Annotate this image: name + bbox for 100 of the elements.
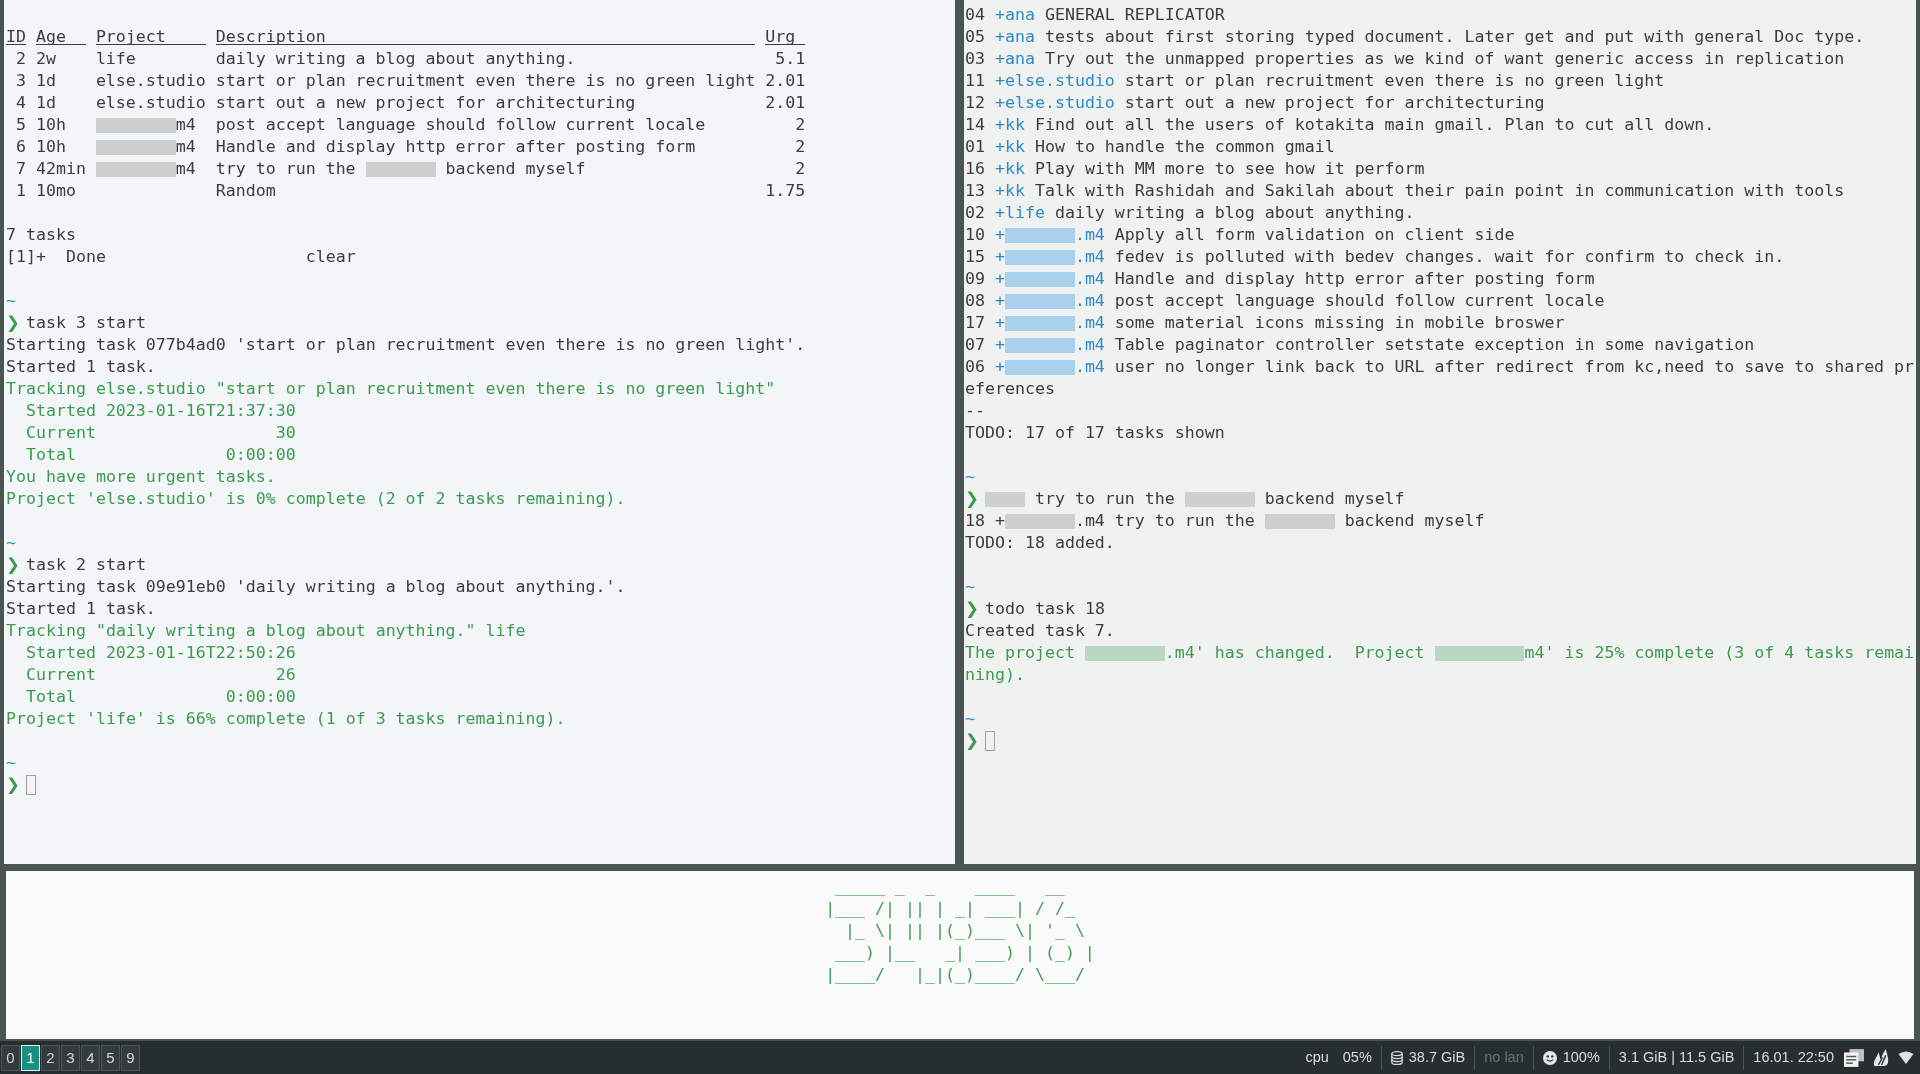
- task-description: start out a new project for architecturing: [1124, 93, 1545, 112]
- task-number: 16: [965, 159, 985, 178]
- project-tag: +kk: [994, 159, 1025, 178]
- workspace-button[interactable]: 4: [81, 1044, 100, 1071]
- command-text: todo task 18: [985, 599, 1105, 618]
- summary-value: 0:00:00: [225, 686, 296, 708]
- summary-value: 2023-01-16T21:37:30: [105, 400, 296, 422]
- wifi-icon: [1898, 1051, 1914, 1064]
- task-description: Talk with Rashidah and Sakilah about their pain point in communication with tools: [1034, 181, 1845, 200]
- project-tag: +: [994, 291, 1005, 310]
- workspace-button[interactable]: 5: [101, 1044, 120, 1071]
- task-number: 06: [965, 357, 985, 376]
- project-tag: .m4: [1074, 225, 1105, 244]
- workspace-button[interactable]: 2: [41, 1044, 60, 1071]
- task-number: 01: [965, 137, 985, 156]
- table-cell: 2: [795, 159, 806, 178]
- project-tag: +kk: [994, 137, 1025, 156]
- status-value: 38.7 GiB: [1408, 1047, 1466, 1067]
- table-cell: start or plan recruitment even there is no green light: [215, 71, 756, 90]
- project-tag: .m4: [1074, 357, 1105, 376]
- workspace-button[interactable]: 1: [21, 1044, 40, 1071]
- output-text: TODO: 18 added.: [965, 533, 1115, 552]
- output-text: Tracking "daily writing a blog about anything." life: [6, 621, 526, 640]
- summary-label: Started: [25, 400, 96, 422]
- summary-value: 0:00:00: [225, 444, 296, 466]
- project-tag: .m4: [1074, 313, 1105, 332]
- working-directory: ~: [965, 577, 975, 596]
- table-cell: life: [95, 49, 136, 68]
- task-description: Apply all form validation on client side: [1114, 225, 1515, 244]
- summary-label: Current: [25, 422, 96, 444]
- table-cell: 1.75: [765, 181, 806, 200]
- summary-value: 2023-01-16T22:50:26: [105, 642, 296, 664]
- output-text: Started 1 task.: [6, 357, 156, 376]
- task-description: Find out all the users of kotakita main gmail. Plan to cut all down.: [1034, 115, 1715, 134]
- table-cell: 6: [15, 137, 26, 156]
- task-description: Try out the unmapped properties as we kind of want generic access in replication: [1044, 49, 1845, 68]
- task-number: 03: [965, 49, 985, 68]
- output-text: Project 'life' is 66% complete (1 of 3 tasks remaining).: [6, 709, 566, 728]
- project-tag: +: [994, 247, 1005, 266]
- output-text: The project: [965, 643, 1075, 662]
- task-description: start or plan recruitment even there is no green light: [1124, 71, 1665, 90]
- workspace-button[interactable]: 0: [1, 1044, 20, 1071]
- task-description: Handle and display http error after posting form: [1114, 269, 1595, 288]
- output-text: eferences: [965, 379, 1055, 398]
- output-text: Starting task 09e91eb0 'daily writing a blog about anything.'.: [6, 577, 626, 596]
- table-cell: m4: [175, 159, 196, 178]
- document-icon: [1844, 1048, 1864, 1067]
- project-tag: .m4: [1074, 269, 1105, 288]
- column-header: Age: [35, 26, 86, 45]
- prompt-symbol: ❯: [6, 774, 16, 796]
- workspace-button[interactable]: 9: [121, 1044, 140, 1071]
- column-header: Urg: [765, 26, 806, 45]
- status-value: 16.01. 22:50: [1753, 1047, 1834, 1067]
- table-cell: start out a new project for architecturing: [215, 93, 636, 112]
- table-cell: Random: [215, 181, 276, 200]
- task-number: 14: [965, 115, 985, 134]
- project-tag: .m4: [1074, 291, 1105, 310]
- database-icon: [1390, 1050, 1403, 1065]
- summary-label: Current: [25, 664, 96, 686]
- status-label: cpu: [1305, 1047, 1329, 1067]
- project-tag: +ana: [994, 5, 1035, 24]
- redacted-text: [1004, 338, 1075, 353]
- project-tag: +: [994, 313, 1005, 332]
- task-number: 13: [965, 181, 985, 200]
- task-description: fedev is polluted with bedev changes. wait for confirm to check in.: [1114, 247, 1785, 266]
- table-cell: Handle and display http error after posting form: [215, 137, 696, 156]
- output-text: .m4 try to run the: [1074, 511, 1255, 530]
- output-text: Created task 7.: [965, 621, 1115, 640]
- table-cell: else.studio: [95, 71, 206, 90]
- status-value: 100%: [1562, 1047, 1600, 1067]
- task-number: 17: [965, 313, 985, 332]
- redacted-text: [1004, 514, 1075, 529]
- status-value: no lan: [1484, 1047, 1524, 1067]
- task-number: 15: [965, 247, 985, 266]
- output-text: You have more urgent tasks.: [6, 467, 276, 486]
- project-tag: .m4: [1074, 335, 1105, 354]
- table-cell: 1d: [35, 71, 56, 90]
- command-text: backend myself: [1264, 489, 1405, 508]
- table-cell: m4: [175, 115, 196, 134]
- task-description: user no longer link back to URL after redirect from kc,need to save to shared pr: [1114, 357, 1915, 376]
- redacted-text: [985, 492, 1025, 507]
- table-cell: 5.1: [775, 49, 806, 68]
- task-description: tests about first storing typed document. Later get and put with general Doc type.: [1044, 27, 1865, 46]
- task-description: some material icons missing in mobile broswer: [1114, 313, 1565, 332]
- task-number: 12: [965, 93, 985, 112]
- working-directory: ~: [6, 291, 16, 310]
- output-text: Project 'else.studio' is 0% complete (2 of 2 tasks remaining).: [6, 489, 626, 508]
- redacted-text: [1004, 250, 1075, 265]
- project-tag: +else.studio: [994, 71, 1115, 90]
- workspace-button[interactable]: 3: [61, 1044, 80, 1071]
- command-text: task 2 start: [26, 555, 146, 574]
- command-text: task 3 start: [26, 313, 146, 332]
- table-cell: 2.01: [765, 93, 806, 112]
- prompt-symbol: ❯: [6, 554, 16, 576]
- table-cell: else.studio: [95, 93, 206, 112]
- output-text: .m4' has changed. Project: [1164, 643, 1425, 662]
- project-tag: +: [994, 269, 1005, 288]
- working-directory: ~: [965, 709, 975, 728]
- project-tag: +: [994, 335, 1005, 354]
- summary-label: Started: [25, 642, 96, 664]
